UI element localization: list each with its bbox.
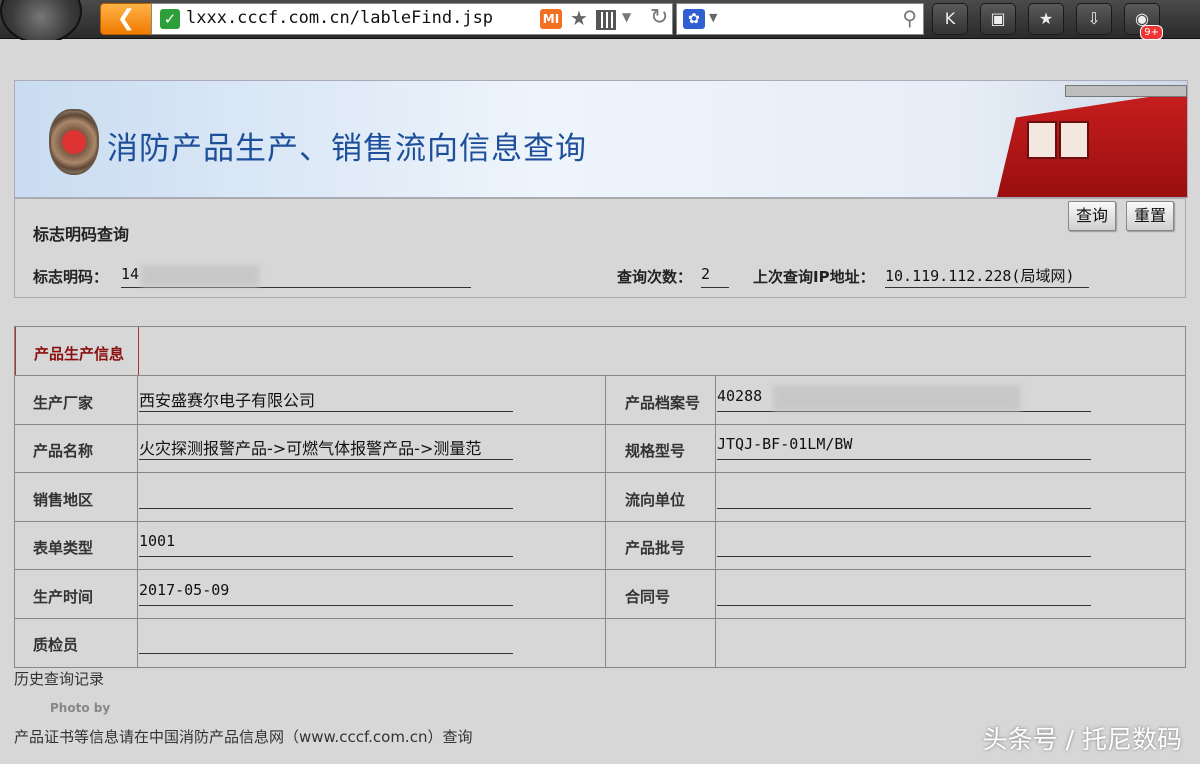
form-type-label: 表单类型 bbox=[33, 539, 94, 557]
manufacturer-field[interactable]: 西安盛赛尔电子有限公司 bbox=[139, 387, 513, 412]
search-engine-dropdown-icon[interactable]: ▼ bbox=[709, 11, 717, 24]
download-icon[interactable]: ⇩ bbox=[1076, 3, 1112, 35]
star-icon[interactable]: ★ bbox=[1028, 3, 1064, 35]
model-label: 规格型号 bbox=[625, 442, 686, 460]
count-label: 查询次数： bbox=[617, 268, 693, 286]
fire-truck-image bbox=[997, 91, 1187, 197]
query-panel: 标志明码查询 查询 重置 标志明码： 14 查询次数： 2 上次查询IP地址： … bbox=[14, 198, 1186, 298]
row-divider bbox=[15, 424, 1185, 425]
ip-field: 10.119.112.228(局域网) bbox=[885, 265, 1089, 288]
truck-window bbox=[1059, 121, 1089, 159]
footer-note: 产品证书等信息请在中国消防产品信息网（www.cccf.com.cn）查询 bbox=[14, 728, 473, 746]
form-type-field[interactable]: 1001 bbox=[139, 532, 513, 557]
product-name-label: 产品名称 bbox=[33, 442, 94, 460]
row-divider bbox=[15, 472, 1185, 473]
baidu-paw-icon[interactable]: ✿ bbox=[683, 9, 705, 29]
truck-window bbox=[1027, 121, 1057, 159]
archive-no-label: 产品档案号 bbox=[625, 394, 701, 412]
k-icon[interactable]: K bbox=[932, 3, 968, 35]
lock-icon[interactable]: ▣ bbox=[980, 3, 1016, 35]
row-divider bbox=[15, 569, 1185, 570]
row-divider bbox=[15, 375, 1185, 376]
fire-emblem-icon bbox=[49, 109, 99, 175]
address-bar[interactable]: ✓ lxxx.cccf.com.cn/lableFind.jsp MI ★ ▼ … bbox=[151, 3, 673, 35]
product-name-field[interactable]: 火灾探测报警产品->可燃气体报警产品->测量范 bbox=[139, 435, 513, 460]
batch-no-field[interactable] bbox=[717, 532, 1091, 557]
code-label: 标志明码： bbox=[33, 268, 109, 286]
row-divider bbox=[15, 521, 1185, 522]
destination-unit-label: 流向单位 bbox=[625, 491, 686, 509]
photo-by-watermark: Photo by bbox=[50, 701, 111, 715]
inspector-field[interactable] bbox=[139, 629, 513, 654]
manufacturer-label: 生产厂家 bbox=[33, 394, 94, 412]
ip-label: 上次查询IP地址： bbox=[753, 268, 875, 286]
row-divider bbox=[15, 618, 1185, 619]
production-date-field[interactable]: 2017-05-09 bbox=[139, 581, 513, 606]
mi-icon[interactable]: MI bbox=[540, 9, 562, 29]
history-link[interactable]: 历史查询记录 bbox=[14, 668, 104, 689]
column-divider bbox=[605, 375, 606, 667]
banner-title: 消防产品生产、销售流向信息查询 bbox=[107, 131, 587, 167]
search-bar[interactable]: ✿ ▼ ⚲ bbox=[676, 3, 924, 35]
archive-redaction bbox=[773, 385, 1021, 411]
section-header: 产品生产信息 bbox=[15, 327, 139, 376]
page-banner: 消防产品生产、销售流向信息查询 bbox=[14, 80, 1188, 198]
truck-ladder bbox=[1065, 85, 1187, 97]
search-icon[interactable]: ⚲ bbox=[902, 6, 917, 30]
count-field: 2 bbox=[701, 265, 729, 288]
notification-badge: 9+ bbox=[1140, 25, 1163, 40]
sales-region-field[interactable] bbox=[139, 484, 513, 509]
column-divider bbox=[715, 375, 716, 667]
inspector-label: 质检员 bbox=[33, 636, 79, 654]
column-divider bbox=[137, 375, 138, 667]
production-info-table: 产品生产信息 生产厂家 西安盛赛尔电子有限公司 产品档案号 40288 产品名称… bbox=[14, 326, 1186, 668]
destination-unit-field[interactable] bbox=[717, 484, 1091, 509]
chevron-down-icon[interactable]: ▼ bbox=[622, 10, 631, 24]
reset-button[interactable]: 重置 bbox=[1126, 201, 1175, 231]
secure-check-icon: ✓ bbox=[160, 9, 180, 29]
page-content: 消防产品生产、销售流向信息查询 标志明码查询 查询 重置 标志明码： 14 查询… bbox=[0, 40, 1200, 764]
batch-no-label: 产品批号 bbox=[625, 539, 686, 557]
code-redaction bbox=[141, 265, 259, 287]
search-button[interactable]: 查询 bbox=[1068, 201, 1117, 231]
contract-no-field[interactable] bbox=[717, 581, 1091, 606]
refresh-icon[interactable]: ↻ bbox=[650, 5, 668, 30]
game-controller-icon[interactable]: ◉ 9+ bbox=[1124, 3, 1163, 40]
sales-region-label: 销售地区 bbox=[33, 491, 94, 509]
production-date-label: 生产时间 bbox=[33, 588, 94, 606]
browser-logo-icon[interactable] bbox=[0, 0, 82, 44]
favorite-star-icon[interactable]: ★ bbox=[570, 6, 588, 30]
model-field[interactable]: JTQJ-BF-01LM/BW bbox=[717, 435, 1091, 460]
code-value: 14 bbox=[121, 265, 140, 283]
panel-title: 标志明码查询 bbox=[33, 225, 130, 244]
back-icon: ❮ bbox=[116, 6, 136, 31]
url-text[interactable]: lxxx.cccf.com.cn/lableFind.jsp bbox=[186, 8, 493, 28]
contract-no-label: 合同号 bbox=[625, 588, 671, 606]
section-title: 产品生产信息 bbox=[34, 345, 125, 363]
browser-toolbar: ❮ ✓ lxxx.cccf.com.cn/lableFind.jsp MI ★ … bbox=[0, 0, 1200, 44]
back-button[interactable]: ❮ bbox=[100, 3, 152, 35]
watermark: 头条号 / 托尼数码 bbox=[982, 725, 1182, 754]
qr-code-icon[interactable] bbox=[596, 10, 616, 30]
